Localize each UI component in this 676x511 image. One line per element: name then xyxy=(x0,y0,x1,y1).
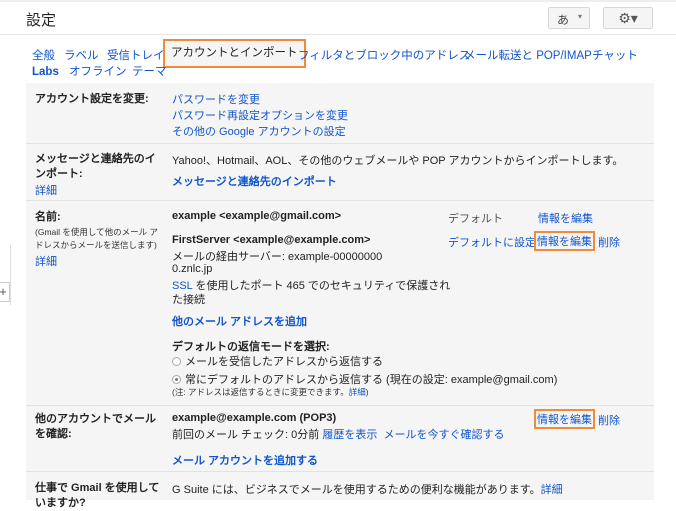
input-tools-button[interactable]: あ ▾ xyxy=(548,7,590,29)
ime-label: あ xyxy=(557,13,570,27)
ssl-text-cont: た接続 xyxy=(172,294,205,306)
make-default-link[interactable]: デフォルトに設定 xyxy=(448,234,536,250)
row-label: 仕事で Gmail を使用していますか? xyxy=(35,482,160,509)
header-divider xyxy=(0,34,676,35)
gsuite-row: 仕事で Gmail を使用していますか? G Suite には、ビジネスでメール… xyxy=(26,471,654,511)
plus-icon[interactable]: + xyxy=(0,282,10,302)
top-border xyxy=(0,0,676,2)
send-as-address: example <example@gmail.com> xyxy=(172,210,342,222)
import-description: Yahoo!、Hotmail、AOL、その他のウェブメールや POP アカウント… xyxy=(172,155,624,167)
row-label: 名前: xyxy=(35,211,61,223)
page-title: 設定 xyxy=(26,12,57,29)
send-as-detail-link[interactable]: 詳細 xyxy=(35,253,57,269)
add-address-link[interactable]: 他のメール アドレスを追加 xyxy=(172,313,307,329)
tab-offline[interactable]: オフライン xyxy=(69,60,127,84)
reply-detail-link[interactable]: 詳細 xyxy=(349,387,366,397)
send-as-note: (Gmail を使用して他のメール アドレスからメールを送信します) xyxy=(35,227,158,250)
tab-forwarding-pop-imap[interactable]: メール転送と POP/IMAP xyxy=(464,44,592,68)
reply-note: (注: アドレスは返信するときに変更できます。 xyxy=(172,387,349,397)
gsuite-text: G Suite には、ビジネスでメールを使用するための便利な機能があります。 xyxy=(172,484,541,496)
radio-button[interactable] xyxy=(172,357,181,366)
last-check: 前回のメール チェック: 0分前 xyxy=(172,429,320,441)
smtp-server-cont: 0.znlc.jp xyxy=(172,263,213,275)
password-recovery-link[interactable]: パスワード再設定オプションを変更 xyxy=(172,108,348,124)
pop-account: example@example.com (POP3) xyxy=(172,412,337,424)
edit-info-link-highlighted[interactable]: 情報を編集 xyxy=(534,231,595,251)
check-now-link[interactable]: メールを今すぐ確認する xyxy=(383,429,504,441)
row-label: アカウント設定を変更: xyxy=(35,93,149,105)
edit-info-link-highlighted[interactable]: 情報を編集 xyxy=(534,409,595,429)
import-row: メッセージと連絡先のインポート: 詳細 Yahoo!、Hotmail、AOL、そ… xyxy=(26,143,654,200)
radio-button-selected[interactable] xyxy=(172,375,181,384)
import-link[interactable]: メッセージと連絡先のインポート xyxy=(172,173,337,189)
settings-panel: アカウント設定を変更: パスワードを変更 パスワード再設定オプションを変更 その… xyxy=(26,83,654,509)
row-label: メッセージと連絡先のインポート: xyxy=(35,153,156,180)
change-password-link[interactable]: パスワードを変更 xyxy=(172,92,348,108)
smtp-server: メールの経由サーバー: example-00000000 xyxy=(172,251,383,263)
delete-link[interactable]: 削除 xyxy=(598,234,620,250)
delete-link[interactable]: 削除 xyxy=(598,412,620,428)
account-settings-row: アカウント設定を変更: パスワードを変更 パスワード再設定オプションを変更 その… xyxy=(26,83,654,143)
tab-themes[interactable]: テーマ xyxy=(132,60,167,84)
side-panel-border xyxy=(10,245,11,305)
edit-info-link[interactable]: 情報を編集 xyxy=(538,210,593,226)
send-as-row: 名前: (Gmail を使用して他のメール アドレスからメールを送信します) 詳… xyxy=(26,200,654,405)
reply-option-received[interactable]: メールを受信したアドレスから返信する xyxy=(172,353,383,369)
google-account-settings-link[interactable]: その他の Google アカウントの設定 xyxy=(172,124,348,140)
chevron-down-icon: ▾ xyxy=(578,12,583,21)
default-label: デフォルト xyxy=(448,213,503,225)
tab-labs[interactable]: Labs xyxy=(32,60,59,84)
reply-mode-title: デフォルトの返信モードを選択: xyxy=(172,341,330,353)
check-mail-row: 他のアカウントでメールを確認: example@example.com (POP… xyxy=(26,405,654,471)
add-mail-account-link[interactable]: メール アカウントを追加する xyxy=(172,452,318,468)
reply-note-close: ) xyxy=(365,387,369,397)
row-label: 他のアカウントでメールを確認: xyxy=(35,413,156,440)
tab-accounts-import[interactable]: アカウントとインポート xyxy=(163,39,306,68)
tab-chat[interactable]: チャット xyxy=(592,44,638,68)
view-history-link[interactable]: 履歴を表示 xyxy=(322,429,377,441)
send-as-address: FirstServer <example@example.com> xyxy=(172,234,371,246)
gsuite-detail-link[interactable]: 詳細 xyxy=(541,484,563,496)
tab-filters[interactable]: フィルタとブロック中のアドレス xyxy=(298,44,470,68)
import-detail-link[interactable]: 詳細 xyxy=(35,182,57,198)
ssl-text: を使用したポート 465 でのセキュリティで保護され xyxy=(192,280,451,292)
radio-label: メールを受信したアドレスから返信する xyxy=(185,356,383,368)
gear-icon[interactable]: ⚙▾ xyxy=(603,7,653,29)
